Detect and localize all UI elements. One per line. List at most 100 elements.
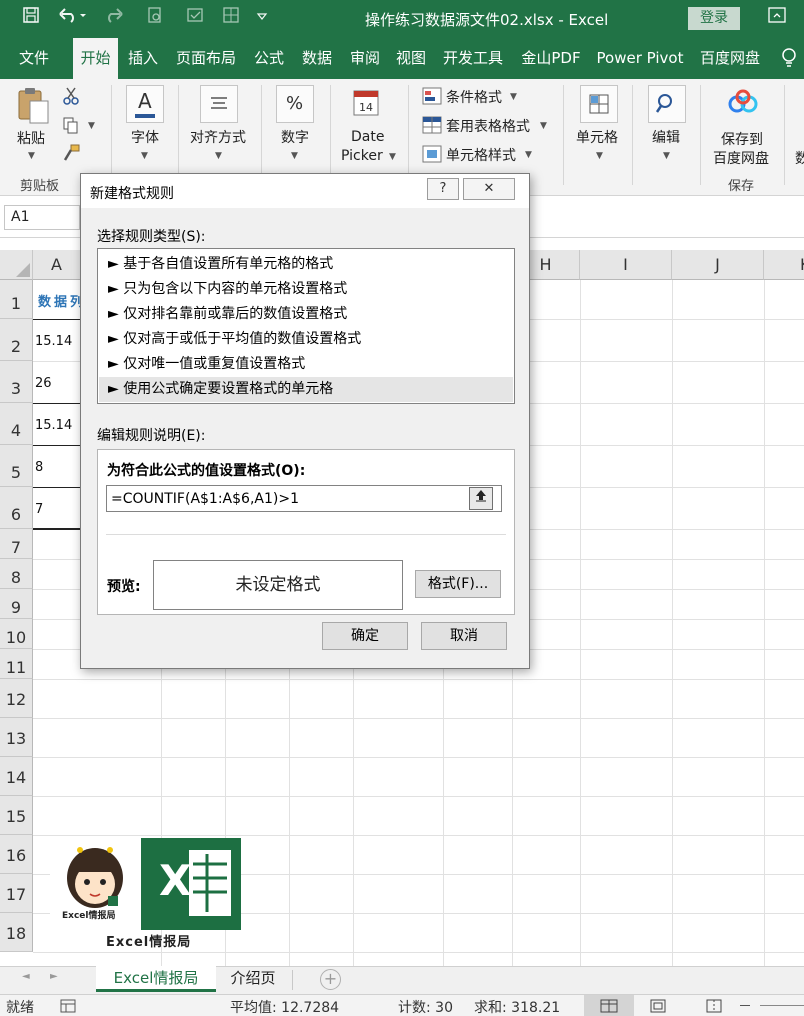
table-format-button[interactable]: 套用表格格式: [446, 116, 530, 136]
undo-icon[interactable]: [58, 6, 86, 29]
row-header-8[interactable]: 8: [0, 559, 33, 589]
font-dropdown-icon[interactable]: ▼: [141, 151, 148, 161]
tab-formulas[interactable]: 公式: [248, 38, 290, 79]
row-header-11[interactable]: 11: [0, 649, 33, 679]
row-header-2[interactable]: 2: [0, 319, 33, 361]
row-header-18[interactable]: 18: [0, 913, 33, 952]
collapse-dialog-icon[interactable]: [469, 487, 493, 510]
view-page-layout-button[interactable]: [650, 999, 666, 1016]
copy-icon[interactable]: [62, 116, 80, 138]
paste-dropdown-icon[interactable]: ▼: [28, 151, 35, 161]
row-header-16[interactable]: 16: [0, 835, 33, 874]
table-format-dropdown-icon[interactable]: ▼: [540, 121, 547, 131]
sheet-tab-excel-info[interactable]: Excel情报局: [96, 966, 216, 992]
column-header-j[interactable]: J: [672, 250, 764, 280]
save-to-line2[interactable]: 百度网盘: [713, 148, 769, 168]
number-dropdown-icon[interactable]: ▼: [291, 151, 298, 161]
view-page-break-button[interactable]: [706, 999, 722, 1016]
number-button[interactable]: 数字: [281, 127, 309, 147]
scroll-right-icon[interactable]: ►: [50, 971, 58, 982]
tab-data[interactable]: 数据: [296, 38, 338, 79]
row-header-5[interactable]: 5: [0, 445, 33, 487]
font-button[interactable]: 字体: [131, 127, 159, 147]
row-header-12[interactable]: 12: [0, 679, 33, 718]
tab-file[interactable]: 文件: [8, 38, 60, 79]
row-header-4[interactable]: 4: [0, 403, 33, 445]
row-header-7[interactable]: 7: [0, 529, 33, 559]
tab-kingsoft-pdf[interactable]: 金山PDF: [516, 38, 586, 79]
row-header-14[interactable]: 14: [0, 757, 33, 796]
date-picker-line2[interactable]: Picker: [341, 148, 383, 164]
select-all-corner[interactable]: [0, 250, 33, 280]
column-header-a[interactable]: A: [33, 250, 81, 280]
alignment-icon[interactable]: [200, 85, 238, 123]
row-header-6[interactable]: 6: [0, 487, 33, 529]
formula-input[interactable]: [106, 485, 502, 512]
login-button[interactable]: 登录: [688, 7, 740, 30]
row-header-9[interactable]: 9: [0, 589, 33, 619]
column-header-k[interactable]: K: [764, 250, 804, 280]
cell-a1[interactable]: 数据列: [38, 291, 86, 310]
cut-icon[interactable]: [62, 87, 80, 109]
zoom-slider[interactable]: [760, 1005, 804, 1006]
tab-power-pivot[interactable]: Power Pivot: [592, 38, 688, 79]
paste-icon[interactable]: [15, 85, 51, 129]
rule-item[interactable]: ► 仅对排名靠前或靠后的数值设置格式: [99, 302, 513, 327]
tab-baidu-netdisk[interactable]: 百度网盘: [696, 38, 764, 79]
date-picker-dropdown-icon[interactable]: ▼: [389, 152, 396, 162]
row-header-17[interactable]: 17: [0, 874, 33, 913]
alignment-button[interactable]: 对齐方式: [190, 127, 246, 147]
close-button[interactable]: ✕: [463, 178, 515, 200]
edit-button[interactable]: 编辑: [652, 127, 680, 147]
cell-style-dropdown-icon[interactable]: ▼: [525, 150, 532, 160]
print-preview-icon[interactable]: [146, 6, 164, 29]
tab-home[interactable]: 开始: [73, 38, 118, 81]
zoom-out-icon[interactable]: [740, 1005, 750, 1006]
cancel-button[interactable]: 取消: [421, 622, 507, 650]
save-to-line1[interactable]: 保存到: [721, 129, 763, 149]
baidu-netdisk-icon[interactable]: [728, 89, 758, 119]
date-picker-line1[interactable]: Date: [351, 129, 384, 145]
format-painter-icon[interactable]: [62, 144, 80, 166]
ok-button[interactable]: 确定: [322, 622, 408, 650]
font-icon[interactable]: A: [126, 85, 164, 123]
cell-a3[interactable]: 26: [35, 376, 52, 391]
conditional-format-button[interactable]: 条件格式: [446, 87, 502, 107]
spelling-icon[interactable]: [186, 6, 204, 29]
tab-page-layout[interactable]: 页面布局: [170, 38, 242, 79]
calendar-icon[interactable]: 14: [352, 87, 380, 121]
column-header-i[interactable]: I: [580, 250, 672, 280]
rule-item[interactable]: ► 只为包含以下内容的单元格设置格式: [99, 277, 513, 302]
cells-button[interactable]: 单元格: [576, 127, 618, 147]
conditional-format-dropdown-icon[interactable]: ▼: [510, 92, 517, 102]
cells-icon[interactable]: [580, 85, 618, 123]
cell-a2[interactable]: 15.14: [35, 334, 72, 349]
row-header-1[interactable]: 1: [0, 280, 33, 319]
new-sheet-icon[interactable]: +: [320, 969, 341, 990]
cell-a6[interactable]: 7: [35, 502, 43, 517]
cells-dropdown-icon[interactable]: ▼: [596, 151, 603, 161]
tab-view[interactable]: 视图: [391, 38, 431, 79]
alignment-dropdown-icon[interactable]: ▼: [215, 151, 222, 161]
rule-item-selected[interactable]: ► 使用公式确定要设置格式的单元格: [99, 377, 513, 402]
cell-a5[interactable]: 8: [35, 460, 43, 475]
edit-dropdown-icon[interactable]: ▼: [663, 151, 670, 161]
name-box[interactable]: A1: [4, 205, 80, 230]
find-icon[interactable]: [648, 85, 686, 123]
rule-item[interactable]: ► 基于各自值设置所有单元格的格式: [99, 252, 513, 277]
tab-insert[interactable]: 插入: [120, 38, 166, 79]
row-header-3[interactable]: 3: [0, 361, 33, 403]
number-icon[interactable]: %: [276, 85, 314, 123]
row-header-15[interactable]: 15: [0, 796, 33, 835]
format-button[interactable]: 格式(F)...: [415, 570, 501, 598]
rule-item[interactable]: ► 仅对唯一值或重复值设置格式: [99, 352, 513, 377]
tab-developer[interactable]: 开发工具: [436, 38, 510, 79]
view-normal-button[interactable]: [584, 995, 634, 1016]
paste-button[interactable]: 粘贴: [17, 128, 45, 148]
redo-icon[interactable]: [102, 6, 130, 29]
row-header-10[interactable]: 10: [0, 619, 33, 649]
cell-style-button[interactable]: 单元格样式: [446, 145, 516, 165]
ribbon-display-icon[interactable]: [768, 7, 786, 27]
sheet-tab-intro[interactable]: 介绍页: [218, 966, 288, 992]
macro-record-icon[interactable]: [60, 999, 76, 1016]
